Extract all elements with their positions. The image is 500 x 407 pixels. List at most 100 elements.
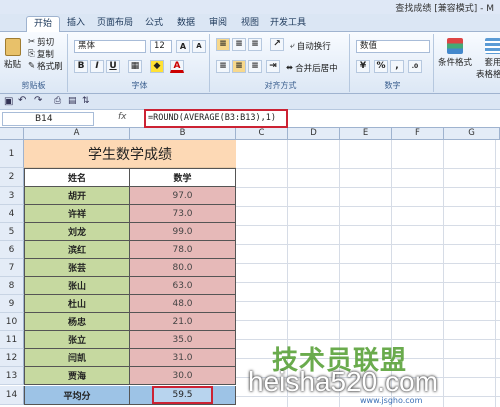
align-middle-button[interactable]: ≡ (232, 38, 246, 51)
name-box[interactable]: B14 (2, 112, 94, 126)
score-cell[interactable]: 30.0 (130, 367, 236, 385)
score-cell[interactable]: 48.0 (130, 295, 236, 313)
underline-button[interactable]: U (106, 60, 120, 73)
copy-button[interactable]: ⎘ 复制 (28, 48, 54, 60)
student-name-cell[interactable]: 刘龙 (24, 223, 130, 241)
column-header-g[interactable]: G (444, 128, 500, 140)
row-header-14[interactable]: 14 (0, 386, 24, 405)
border-button[interactable]: ▦ (128, 60, 142, 73)
tab-page-layout[interactable]: 页面布局 (94, 16, 136, 32)
font-color-icon: A (173, 61, 181, 71)
row-header[interactable]: 3 (0, 187, 24, 205)
tab-data[interactable]: 数据 (172, 16, 200, 32)
sort-icon[interactable]: ⇅ (82, 96, 90, 106)
score-cell[interactable]: 99.0 (130, 223, 236, 241)
formula-input[interactable]: =ROUND(AVERAGE(B3:B13),1) (144, 109, 288, 128)
font-name-select[interactable]: 黑体 (74, 40, 146, 53)
student-name-cell[interactable]: 杜山 (24, 295, 130, 313)
score-cell[interactable]: 80.0 (130, 259, 236, 277)
row-header[interactable]: 10 (0, 313, 24, 331)
student-name-cell[interactable]: 张芸 (24, 259, 130, 277)
indent-button[interactable]: ⇥ (266, 60, 280, 73)
format-as-table-button[interactable]: 套用 表格格式 (476, 38, 500, 80)
bold-button[interactable]: B (74, 60, 88, 73)
row-header[interactable]: 4 (0, 205, 24, 223)
font-color-button[interactable]: A (170, 60, 184, 73)
print-preview-icon[interactable]: ⎙ (54, 96, 61, 106)
column-header-b[interactable]: B (130, 128, 236, 140)
format-painter-button[interactable]: ✎ 格式刷 (28, 60, 63, 72)
column-header-a[interactable]: A (24, 128, 130, 140)
grow-font-button[interactable]: A (176, 40, 190, 53)
align-center-button[interactable]: ≡ (232, 60, 246, 73)
column-header-f[interactable]: F (392, 128, 444, 140)
undo-icon[interactable]: ↶ (18, 95, 26, 106)
score-cell[interactable]: 21.0 (130, 313, 236, 331)
increase-decimal-button[interactable]: .0 (408, 60, 422, 73)
row-header[interactable]: 8 (0, 277, 24, 295)
student-name-cell[interactable]: 张山 (24, 277, 130, 295)
student-name-cell[interactable]: 张立 (24, 331, 130, 349)
cut-button[interactable]: ✂ 剪切 (28, 36, 54, 48)
redo-icon[interactable]: ↷ (34, 95, 42, 106)
percent-button[interactable]: % (374, 60, 388, 73)
student-name-cell[interactable]: 胡开 (24, 187, 130, 205)
score-cell[interactable]: 63.0 (130, 277, 236, 295)
column-header-c[interactable]: C (236, 128, 288, 140)
paste-label: 粘贴 (4, 60, 22, 70)
row-header[interactable]: 6 (0, 241, 24, 259)
tab-formulas[interactable]: 公式 (140, 16, 168, 32)
align-top-button[interactable]: ≡ (216, 38, 230, 51)
student-name-cell[interactable]: 许祥 (24, 205, 130, 223)
row-header-2[interactable]: 2 (0, 168, 24, 187)
row-header[interactable]: 7 (0, 259, 24, 277)
sheet-title-cell[interactable]: 学生数学成绩 (24, 140, 236, 168)
column-header-e[interactable]: E (340, 128, 392, 140)
row-header[interactable]: 11 (0, 331, 24, 349)
align-bottom-button[interactable]: ≡ (248, 38, 262, 51)
paste-button[interactable]: 粘贴 (4, 38, 21, 70)
quick-print-icon[interactable]: ▤ (68, 96, 77, 106)
row-header[interactable]: 9 (0, 295, 24, 313)
align-right-button[interactable]: ≡ (248, 60, 262, 73)
student-name-cell[interactable]: 贾海 (24, 367, 130, 385)
row-header[interactable]: 12 (0, 349, 24, 367)
student-name-cell[interactable]: 杨忠 (24, 313, 130, 331)
row-header[interactable]: 5 (0, 223, 24, 241)
tab-developer[interactable]: 开发工具 (268, 16, 308, 32)
save-icon[interactable]: ▣ (4, 96, 13, 107)
tab-home[interactable]: 开始 (26, 16, 60, 32)
score-cell[interactable]: 31.0 (130, 349, 236, 367)
score-cell[interactable]: 73.0 (130, 205, 236, 223)
fill-color-button[interactable]: ◆ (150, 60, 164, 73)
score-cell[interactable]: 97.0 (130, 187, 236, 205)
tab-view[interactable]: 视图 (236, 16, 264, 32)
tab-review[interactable]: 审阅 (204, 16, 232, 32)
align-left-button[interactable]: ≡ (216, 60, 230, 73)
score-cell[interactable]: 78.0 (130, 241, 236, 259)
italic-button[interactable]: I (90, 60, 104, 73)
font-size-select[interactable]: 12 (150, 40, 172, 53)
number-group: 数值 ¥ % , .0 数字 (352, 34, 434, 92)
header-name-cell[interactable]: 姓名 (24, 168, 130, 187)
orientation-button[interactable]: ↗ (270, 38, 284, 51)
shrink-font-button[interactable]: A (192, 40, 206, 53)
conditional-format-button[interactable]: 条件格式 (438, 38, 472, 68)
average-value-cell[interactable]: 59.5 (130, 386, 236, 405)
student-name-cell[interactable]: 闫凯 (24, 349, 130, 367)
score-cell[interactable]: 35.0 (130, 331, 236, 349)
number-format-select[interactable]: 数值 (356, 40, 430, 53)
row-header[interactable]: 13 (0, 367, 24, 385)
row-header-1[interactable]: 1 (0, 140, 24, 168)
comma-button[interactable]: , (390, 60, 404, 73)
currency-button[interactable]: ¥ (356, 60, 370, 73)
tab-insert[interactable]: 插入 (62, 16, 90, 32)
header-score-cell[interactable]: 数学 (130, 168, 236, 187)
column-header-d[interactable]: D (288, 128, 340, 140)
select-all-corner[interactable] (0, 128, 24, 140)
average-label-cell[interactable]: 平均分 (24, 386, 130, 405)
student-name-cell[interactable]: 滨红 (24, 241, 130, 259)
wrap-text-button[interactable]: ⤶ 自动换行 (290, 40, 331, 52)
fx-icon[interactable]: fx (118, 112, 127, 122)
merge-center-button[interactable]: ⬌ 合并后居中 (286, 62, 338, 74)
